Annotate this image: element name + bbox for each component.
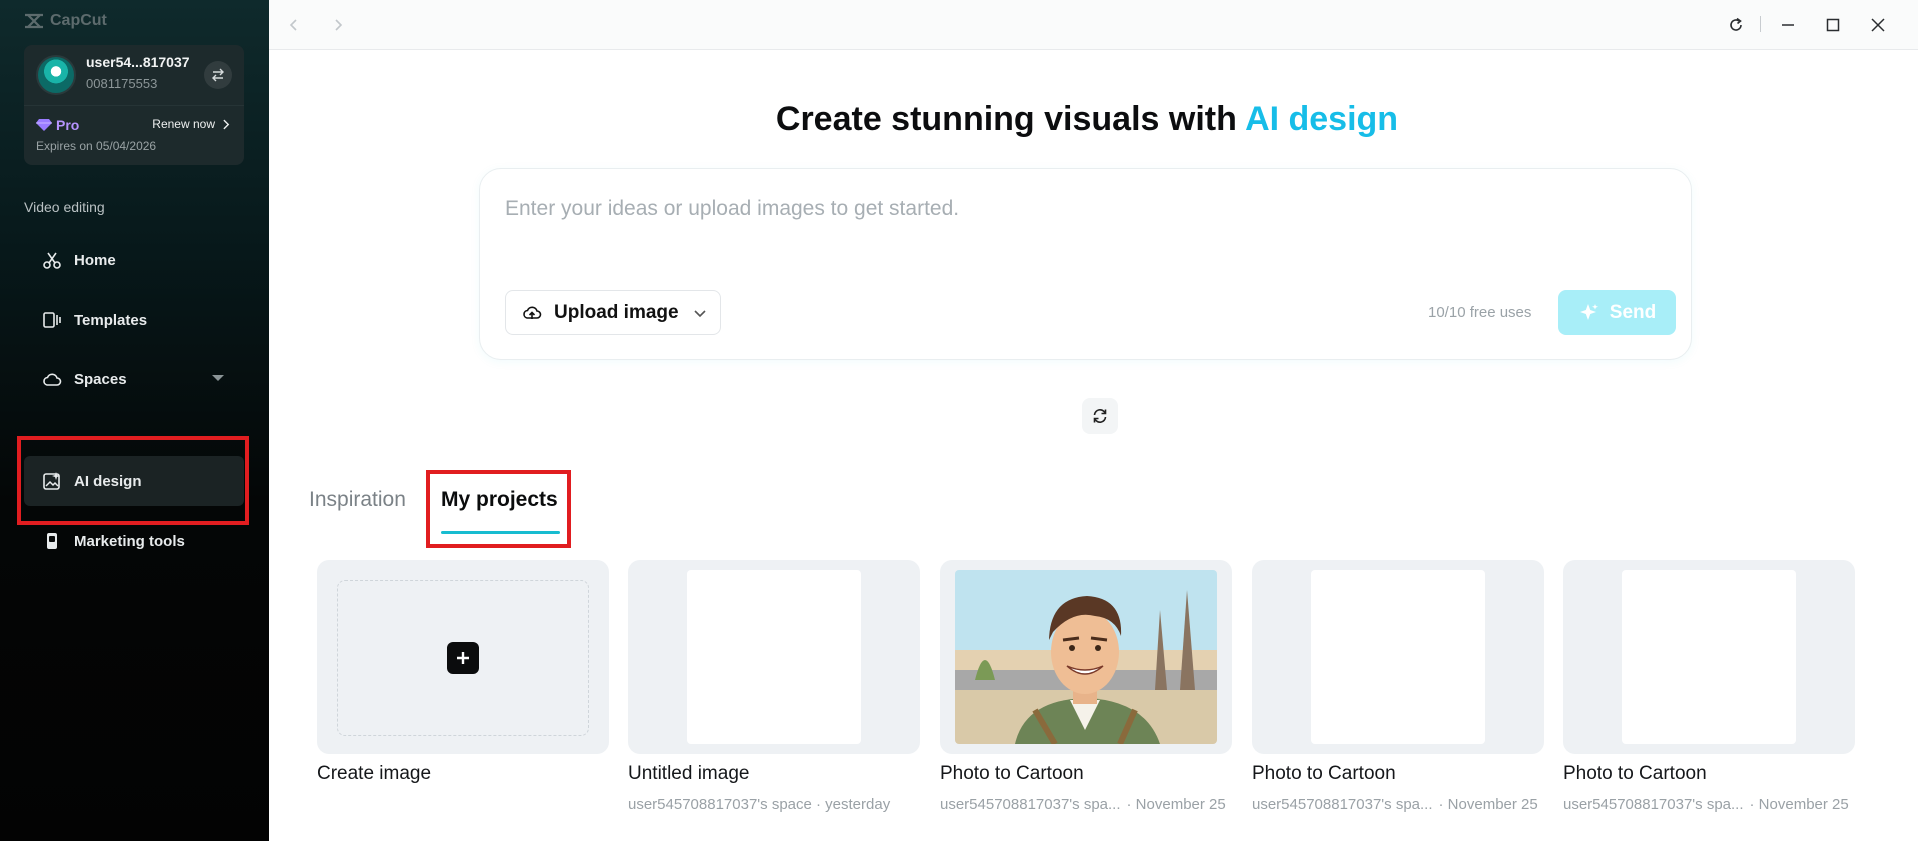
- chevron-down-icon[interactable]: [692, 305, 708, 321]
- highlight-ai-design: [17, 436, 249, 525]
- project-card[interactable]: [1252, 560, 1544, 754]
- project-title: Untitled image: [628, 763, 750, 784]
- sidebar-item-home[interactable]: Home: [24, 235, 244, 285]
- project-card[interactable]: [940, 560, 1232, 754]
- project-card[interactable]: [628, 560, 920, 754]
- project-space: user545708817037's spa...: [1252, 796, 1433, 813]
- page-title: Create stunning visuals with AI design: [269, 100, 1905, 139]
- capcut-logo: CapCut: [24, 12, 107, 30]
- project-thumbnail: [1311, 570, 1485, 744]
- project-date: · November 25: [1126, 796, 1226, 813]
- diamond-icon: [36, 119, 52, 131]
- create-image-card[interactable]: [317, 560, 609, 754]
- headline-accent: AI design: [1245, 100, 1399, 138]
- close-button[interactable]: [1864, 11, 1892, 39]
- tab-inspiration[interactable]: Inspiration: [309, 488, 406, 512]
- forward-button[interactable]: [326, 13, 350, 37]
- templates-icon: [43, 312, 61, 328]
- prompt-input[interactable]: [505, 197, 1605, 221]
- project-meta: user545708817037's spa... · November 25: [1252, 796, 1538, 813]
- project-thumbnail: [687, 570, 861, 744]
- refresh-icon: [1093, 409, 1107, 423]
- project-space: user545708817037's spa...: [940, 796, 1121, 813]
- sidebar-item-spaces[interactable]: Spaces: [24, 354, 244, 404]
- switch-icon: [212, 68, 224, 82]
- refresh-suggestions-button[interactable]: [1082, 398, 1118, 434]
- upload-label: Upload image: [554, 301, 679, 323]
- user-id: 0081175553: [86, 76, 158, 91]
- minimize-button[interactable]: [1774, 11, 1802, 39]
- send-button[interactable]: Send: [1558, 290, 1676, 335]
- renew-now-link[interactable]: Renew now: [152, 117, 230, 131]
- refresh-icon: [1730, 17, 1742, 31]
- sidebar-item-label: Templates: [74, 311, 148, 329]
- sidebar: CapCut user54...817037 0081175553 Pro Re…: [0, 0, 269, 841]
- cartoon-thumbnail: [955, 570, 1217, 744]
- headline-prefix: Create stunning visuals with: [775, 100, 1246, 138]
- add-button[interactable]: [447, 642, 479, 674]
- renew-label: Renew now: [152, 117, 215, 131]
- account-card[interactable]: user54...817037 0081175553 Pro Renew now…: [24, 45, 244, 165]
- title-bar: [269, 0, 1918, 50]
- project-title: Photo to Cartoon: [940, 763, 1084, 784]
- minimize-icon: [1782, 24, 1794, 26]
- project-space: user545708817037's spa...: [1563, 796, 1744, 813]
- project-card[interactable]: [1563, 560, 1855, 754]
- maximize-button[interactable]: [1819, 11, 1847, 39]
- back-button[interactable]: [282, 13, 306, 37]
- sidebar-item-marketing-tools[interactable]: Marketing tools: [24, 516, 244, 566]
- chevron-down-icon[interactable]: [212, 375, 224, 381]
- project-meta: user545708817037's spa... · November 25: [940, 796, 1226, 813]
- marketing-icon: [47, 533, 57, 549]
- title-bar-divider: [1760, 16, 1761, 32]
- project-title: Photo to Cartoon: [1563, 763, 1707, 784]
- free-uses-counter: 10/10 free uses: [1428, 304, 1532, 321]
- project-date: · November 25: [1749, 796, 1849, 813]
- close-icon: [1871, 18, 1885, 32]
- switch-account-button[interactable]: [204, 61, 232, 89]
- chevron-right-icon: [335, 19, 343, 31]
- project-date: · November 25: [1438, 796, 1538, 813]
- sidebar-item-label: Marketing tools: [74, 532, 185, 550]
- sidebar-item-label: Home: [74, 251, 116, 269]
- project-title: Photo to Cartoon: [1252, 763, 1396, 784]
- username: user54...817037: [86, 54, 190, 70]
- chevron-right-icon: [223, 119, 230, 129]
- plus-icon: [457, 652, 469, 664]
- scissors-icon: [43, 252, 61, 269]
- expiry-date: Expires on 05/04/2026: [36, 139, 157, 153]
- cloud-icon: [43, 373, 62, 386]
- highlight-my-projects: [426, 470, 571, 548]
- sidebar-item-label: Spaces: [74, 370, 127, 388]
- upload-image-button[interactable]: Upload image: [505, 290, 721, 335]
- account-divider: [24, 105, 244, 106]
- project-meta: user545708817037's spa... · November 25: [1563, 796, 1849, 813]
- section-label-video-editing: Video editing: [24, 199, 105, 215]
- chevron-left-icon: [289, 19, 297, 31]
- prompt-panel: Upload image 10/10 free uses Send: [479, 168, 1692, 360]
- maximize-icon: [1826, 18, 1840, 32]
- project-title: Create image: [317, 763, 432, 784]
- project-thumbnail: [1622, 570, 1796, 744]
- send-label: Send: [1609, 301, 1657, 323]
- avatar[interactable]: [36, 55, 76, 95]
- sidebar-item-templates[interactable]: Templates: [24, 295, 244, 345]
- pro-badge: Pro: [36, 117, 79, 133]
- plan-label: Pro: [56, 117, 80, 133]
- brand-name: CapCut: [50, 12, 107, 29]
- project-meta: user545708817037's space · yesterday: [628, 796, 891, 813]
- reload-button[interactable]: [1722, 11, 1750, 39]
- cartoon-portrait-image: [955, 570, 1217, 744]
- sparkle-icon: [1579, 303, 1598, 320]
- cloud-upload-icon: [523, 306, 542, 319]
- main-content: Create stunning visuals with AI design U…: [269, 0, 1918, 841]
- capcut-logo-icon: [25, 13, 43, 29]
